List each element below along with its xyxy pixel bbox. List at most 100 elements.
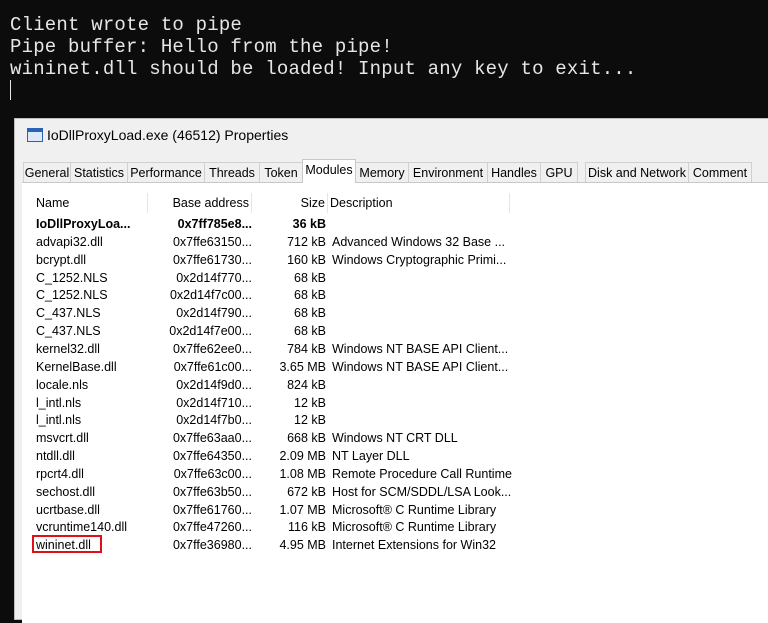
module-size: 1.08 MB bbox=[279, 466, 326, 481]
column-header-row: Name Base address Size Description bbox=[34, 193, 754, 213]
module-base-address: 0x2d14f790... bbox=[176, 306, 252, 321]
module-base-address: 0x7ffe63c00... bbox=[173, 466, 252, 481]
module-description: Windows NT BASE API Client... bbox=[332, 341, 509, 356]
table-row[interactable]: ntdll.dll 0x7ffe64350... 2.09 MB NT Layer D… bbox=[34, 447, 754, 465]
tab-modules[interactable]: Modules bbox=[302, 159, 356, 183]
tab-strip: General Statistics Performance Threads T… bbox=[23, 159, 768, 183]
module-name: vcruntime140.dll bbox=[36, 520, 128, 535]
module-size: 712 kB bbox=[287, 234, 326, 249]
module-description bbox=[332, 411, 532, 429]
tab-memory[interactable]: Memory bbox=[355, 162, 409, 182]
table-row[interactable]: l_intl.nls 0x2d14f7b0... 12 kB bbox=[34, 411, 754, 429]
module-size: 1.07 MB bbox=[279, 502, 326, 517]
console-line: Client wrote to pipe bbox=[10, 14, 243, 36]
modules-panel: Name Base address Size Description IoDll… bbox=[22, 182, 768, 623]
table-row[interactable]: KernelBase.dll 0x7ffe61c00... 3.65 MB Windo… bbox=[34, 358, 754, 376]
tab-disk-and-network[interactable]: Disk and Network bbox=[585, 162, 689, 182]
module-base-address: 0x7ffe36980... bbox=[172, 538, 252, 553]
title-bar[interactable]: IoDllProxyLoad.exe (46512) Properties bbox=[15, 119, 768, 153]
table-row[interactable]: ucrtbase.dll 0x7ffe61760... 1.07 MB Microso… bbox=[34, 501, 754, 519]
column-header-name[interactable]: Name bbox=[34, 193, 148, 213]
module-name: sechost.dll bbox=[36, 484, 96, 499]
console-output: Client wrote to pipe Pipe buffer: Hello … bbox=[0, 0, 768, 120]
module-name: IoDllProxyLoa... bbox=[36, 217, 131, 231]
module-size: 68 kB bbox=[294, 324, 326, 339]
tab-general[interactable]: General bbox=[23, 162, 71, 182]
module-description: Host for SCM/SDDL/LSA Look... bbox=[332, 484, 512, 499]
module-base-address: 0x7ff785e8... bbox=[177, 217, 252, 231]
column-header-base-address[interactable]: Base address bbox=[148, 193, 252, 213]
module-description bbox=[332, 322, 532, 340]
table-row[interactable]: sechost.dll 0x7ffe63b50... 672 kB Host for … bbox=[34, 483, 754, 501]
module-base-address: 0x7ffe47260... bbox=[172, 520, 252, 535]
module-base-address: 0x7ffe62ee0... bbox=[172, 341, 252, 356]
module-name: C_437.NLS bbox=[36, 306, 101, 321]
module-base-address: 0x7ffe63aa0... bbox=[172, 431, 252, 446]
table-row[interactable]: l_intl.nls 0x2d14f710... 12 kB bbox=[34, 394, 754, 412]
table-row[interactable]: C_1252.NLS 0x2d14f7c00... 68 kB bbox=[34, 286, 754, 304]
table-row[interactable]: bcrypt.dll 0x7ffe61730... 160 kB Windows Cr… bbox=[34, 251, 754, 269]
properties-window: IoDllProxyLoad.exe (46512) Properties Ge… bbox=[14, 118, 768, 623]
module-base-address: 0x7ffe63150... bbox=[172, 234, 252, 249]
module-base-address: 0x2d14f9d0... bbox=[176, 377, 252, 392]
app-window-icon bbox=[27, 128, 43, 142]
module-description: Microsoft® C Runtime Library bbox=[332, 502, 497, 517]
table-row[interactable]: vcruntime140.dll 0x7ffe47260... 116 kB Micr… bbox=[34, 518, 754, 536]
module-size: 2.09 MB bbox=[279, 449, 326, 464]
tab-performance[interactable]: Performance bbox=[127, 162, 205, 182]
module-name: KernelBase.dll bbox=[36, 359, 117, 374]
tab-threads[interactable]: Threads bbox=[204, 162, 260, 182]
console-line: Pipe buffer: Hello from the pipe! bbox=[10, 36, 393, 58]
module-description: Internet Extensions for Win32 bbox=[332, 538, 496, 553]
module-description bbox=[332, 376, 532, 394]
module-name: msvcrt.dll bbox=[36, 431, 89, 446]
module-description: Windows NT BASE API Client... bbox=[332, 359, 509, 374]
table-row[interactable]: locale.nls 0x2d14f9d0... 824 kB bbox=[34, 376, 754, 394]
module-base-address: 0x2d14f7c00... bbox=[169, 288, 252, 303]
tab-handles[interactable]: Handles bbox=[487, 162, 541, 182]
module-name: C_437.NLS bbox=[36, 324, 101, 339]
module-description: Windows Cryptographic Primi... bbox=[332, 252, 507, 267]
table-row[interactable]: C_437.NLS 0x2d14f790... 68 kB bbox=[34, 304, 754, 322]
modules-list[interactable]: Name Base address Size Description IoDll… bbox=[32, 193, 754, 623]
module-description: Advanced Windows 32 Base ... bbox=[332, 234, 506, 249]
column-header-description[interactable]: Description bbox=[328, 193, 510, 213]
module-name: ntdll.dll bbox=[36, 449, 75, 464]
module-base-address: 0x7ffe61760... bbox=[172, 502, 252, 517]
window-title: IoDllProxyLoad.exe (46512) Properties bbox=[47, 127, 289, 143]
module-description: Remote Procedure Call Runtime bbox=[332, 466, 512, 481]
module-description: Microsoft® C Runtime Library bbox=[332, 520, 497, 535]
tab-token[interactable]: Token bbox=[259, 162, 303, 182]
module-size: 3.65 MB bbox=[279, 359, 326, 374]
column-header-size[interactable]: Size bbox=[252, 193, 328, 213]
module-size: 12 kB bbox=[294, 413, 326, 428]
module-size: 672 kB bbox=[287, 484, 326, 499]
module-description bbox=[332, 394, 532, 412]
table-row[interactable]: C_437.NLS 0x2d14f7e00... 68 kB bbox=[34, 322, 754, 340]
module-size: 824 kB bbox=[287, 377, 326, 392]
module-base-address: 0x2d14f770... bbox=[176, 270, 252, 285]
module-base-address: 0x7ffe64350... bbox=[172, 449, 252, 464]
tab-comment[interactable]: Comment bbox=[688, 162, 752, 182]
tab-environment[interactable]: Environment bbox=[408, 162, 488, 182]
module-base-address: 0x2d14f7b0... bbox=[176, 413, 252, 428]
table-row[interactable]: rpcrt4.dll 0x7ffe63c00... 1.08 MB Remote Pr… bbox=[34, 465, 754, 483]
text-cursor bbox=[10, 80, 11, 100]
module-size: 36 kB bbox=[292, 217, 326, 231]
tab-gpu[interactable]: GPU bbox=[540, 162, 578, 182]
module-size: 68 kB bbox=[294, 306, 326, 321]
table-row[interactable]: advapi32.dll 0x7ffe63150... 712 kB Advanced… bbox=[34, 233, 754, 251]
table-row[interactable]: msvcrt.dll 0x7ffe63aa0... 668 kB Windows NT… bbox=[34, 429, 754, 447]
module-base-address: 0x7ffe61c00... bbox=[173, 359, 252, 374]
table-row[interactable]: C_1252.NLS 0x2d14f770... 68 kB bbox=[34, 269, 754, 287]
module-name: C_1252.NLS bbox=[36, 270, 108, 285]
table-row[interactable]: wininet.dll 0x7ffe36980... 4.95 MB Internet… bbox=[32, 535, 754, 554]
tab-statistics[interactable]: Statistics bbox=[70, 162, 128, 182]
table-row[interactable]: IoDllProxyLoa... 0x7ff785e8... 36 kB bbox=[34, 215, 754, 233]
module-name: locale.nls bbox=[36, 377, 89, 392]
module-name: advapi32.dll bbox=[36, 234, 103, 249]
module-description bbox=[332, 286, 532, 304]
module-base-address: 0x7ffe61730... bbox=[172, 252, 252, 267]
module-size: 68 kB bbox=[294, 270, 326, 285]
table-row[interactable]: kernel32.dll 0x7ffe62ee0... 784 kB Windows … bbox=[34, 340, 754, 358]
